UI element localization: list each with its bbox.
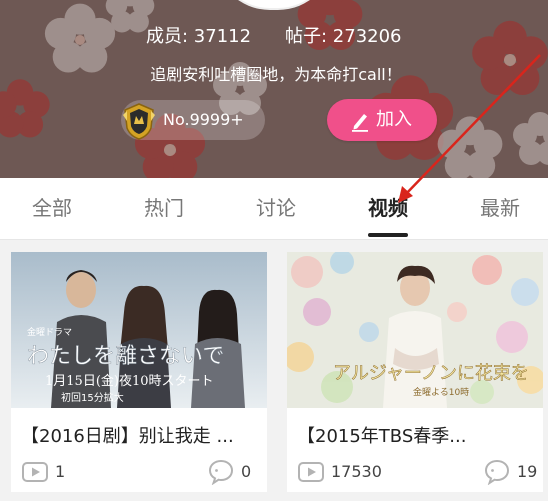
comment-count: 0 <box>241 462 252 481</box>
video-title[interactable]: 【2016日剧】别让我走 ... <box>21 422 261 448</box>
thumb-caption-top: 金曜ドラマ <box>27 326 72 338</box>
tab-all[interactable]: 全部 <box>2 178 102 239</box>
comment-icon[interactable] <box>484 459 510 485</box>
video-card[interactable]: 金曜ドラマ わたしを離さないで 1月15日(金)夜10時スタート 初回15分拡大… <box>11 252 267 492</box>
tab-video[interactable]: 视频 <box>338 178 438 239</box>
video-meta: 1 0 <box>11 459 267 485</box>
tab-label: 热门 <box>144 196 184 220</box>
video-icon <box>22 462 48 482</box>
thumb-caption-date: 1月15日(金)夜10時スタート <box>45 373 214 389</box>
rank-label: No.9999+ <box>163 110 244 129</box>
active-tab-indicator <box>368 233 408 237</box>
thumb-caption-title: わたしを離さないで <box>27 344 224 369</box>
rank-badge-icon <box>123 103 155 140</box>
view-count: 17530 <box>331 462 382 481</box>
view-count: 1 <box>55 462 66 481</box>
tab-hot[interactable]: 热门 <box>114 178 214 239</box>
video-thumbnail[interactable]: アルジャーノンに花束を 金曜よる10時 <box>287 252 543 408</box>
tab-label: 全部 <box>32 196 72 220</box>
tab-bar: 全部 热门 讨论 视频 最新 <box>0 178 548 240</box>
circle-header: 成员: 37112 帖子: 273206 追剧安利吐槽圈地，为本命打call！ … <box>0 0 548 178</box>
comment-count: 19 <box>517 462 538 481</box>
posts-count: 帖子: 273206 <box>285 26 402 47</box>
pencil-icon <box>352 114 368 132</box>
tab-discussion[interactable]: 讨论 <box>226 178 326 239</box>
tab-latest[interactable]: 最新 <box>450 178 548 239</box>
thumb-caption-title: アルジャーノンに花束を <box>333 363 529 384</box>
thumb-caption-sub: 初回15分拡大 <box>61 391 124 404</box>
thumb-caption-sub: 金曜よる10時 <box>413 386 469 398</box>
members-count: 成员: 37112 <box>146 26 252 47</box>
join-button[interactable]: 加入 <box>327 99 437 141</box>
rank-badge[interactable]: No.9999+ <box>121 100 265 140</box>
video-thumbnail[interactable]: 金曜ドラマ わたしを離さないで 1月15日(金)夜10時スタート 初回15分拡大 <box>11 252 267 408</box>
join-label: 加入 <box>376 109 412 130</box>
comment-icon[interactable] <box>208 459 234 485</box>
tab-label: 视频 <box>368 196 408 220</box>
video-icon <box>298 462 324 482</box>
circle-stats: 成员: 37112 帖子: 273206 <box>0 24 548 50</box>
tab-label: 讨论 <box>256 196 296 220</box>
video-meta: 17530 19 <box>287 459 543 485</box>
video-grid: 金曜ドラマ わたしを離さないで 1月15日(金)夜10時スタート 初回15分拡大… <box>0 240 548 501</box>
video-title[interactable]: 【2015年TBS春季... <box>297 422 537 448</box>
video-card[interactable]: アルジャーノンに花束を 金曜よる10時 【2015年TBS春季... 17530… <box>287 252 543 492</box>
circle-slogan: 追剧安利吐槽圈地，为本命打call！ <box>150 65 402 84</box>
tab-label: 最新 <box>480 196 520 220</box>
